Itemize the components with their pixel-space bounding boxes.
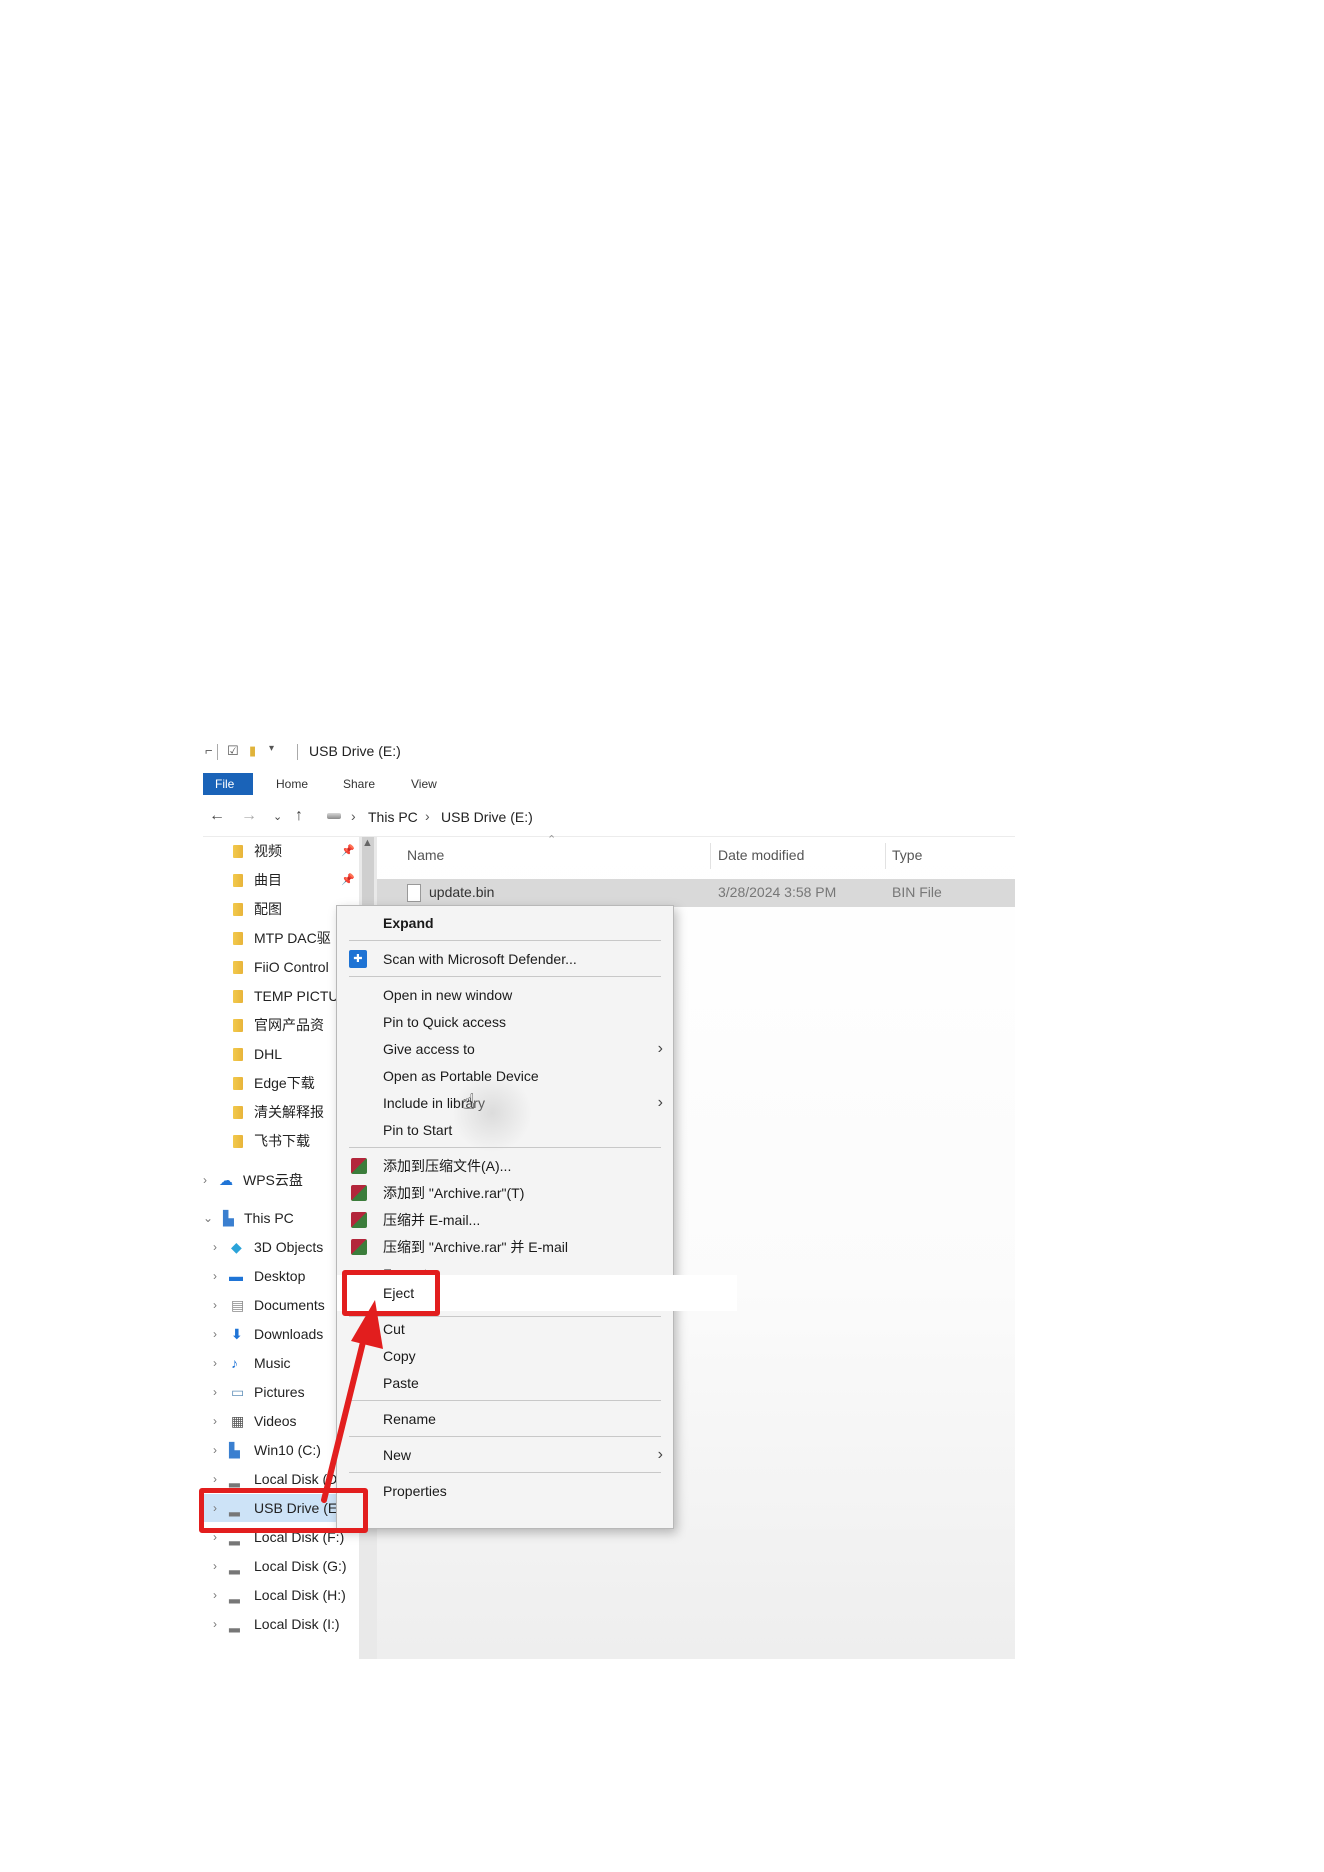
arrow-head <box>351 1300 383 1349</box>
annotation-arrow <box>321 1300 383 1503</box>
hand-cursor-icon: ☝ <box>462 1089 476 1114</box>
arrow-shaft <box>321 1327 369 1503</box>
